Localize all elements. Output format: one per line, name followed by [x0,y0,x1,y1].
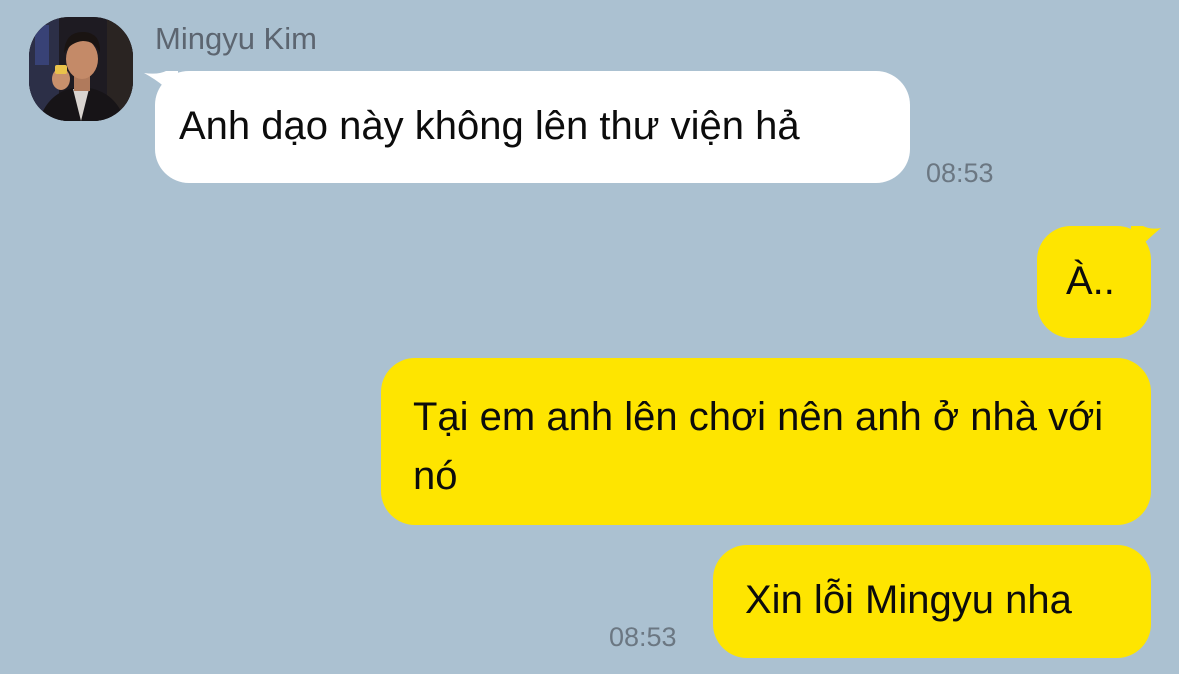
message-text: À.. [1066,259,1115,303]
message-timestamp: 08:53 [609,622,677,652]
avatar[interactable] [29,17,133,121]
message-text: Anh dạo này không lên thư viện hả [179,104,800,148]
sender-name: Mingyu Kim [155,21,317,56]
message-text: Tại em anh lên chơi nên anh ở nhà với nó [413,395,1104,498]
message-bubble-outgoing[interactable]: Tại em anh lên chơi nên anh ở nhà với nó [381,358,1151,525]
message-bubble-outgoing[interactable]: Xin lỗi Mingyu nha [713,545,1151,658]
message-bubble-outgoing[interactable]: À.. [1037,226,1151,338]
message-text: Xin lỗi Mingyu nha [745,578,1072,622]
avatar-photo [29,17,133,121]
message-timestamp: 08:53 [926,158,994,188]
message-bubble-incoming[interactable]: Anh dạo này không lên thư viện hả [155,71,910,183]
